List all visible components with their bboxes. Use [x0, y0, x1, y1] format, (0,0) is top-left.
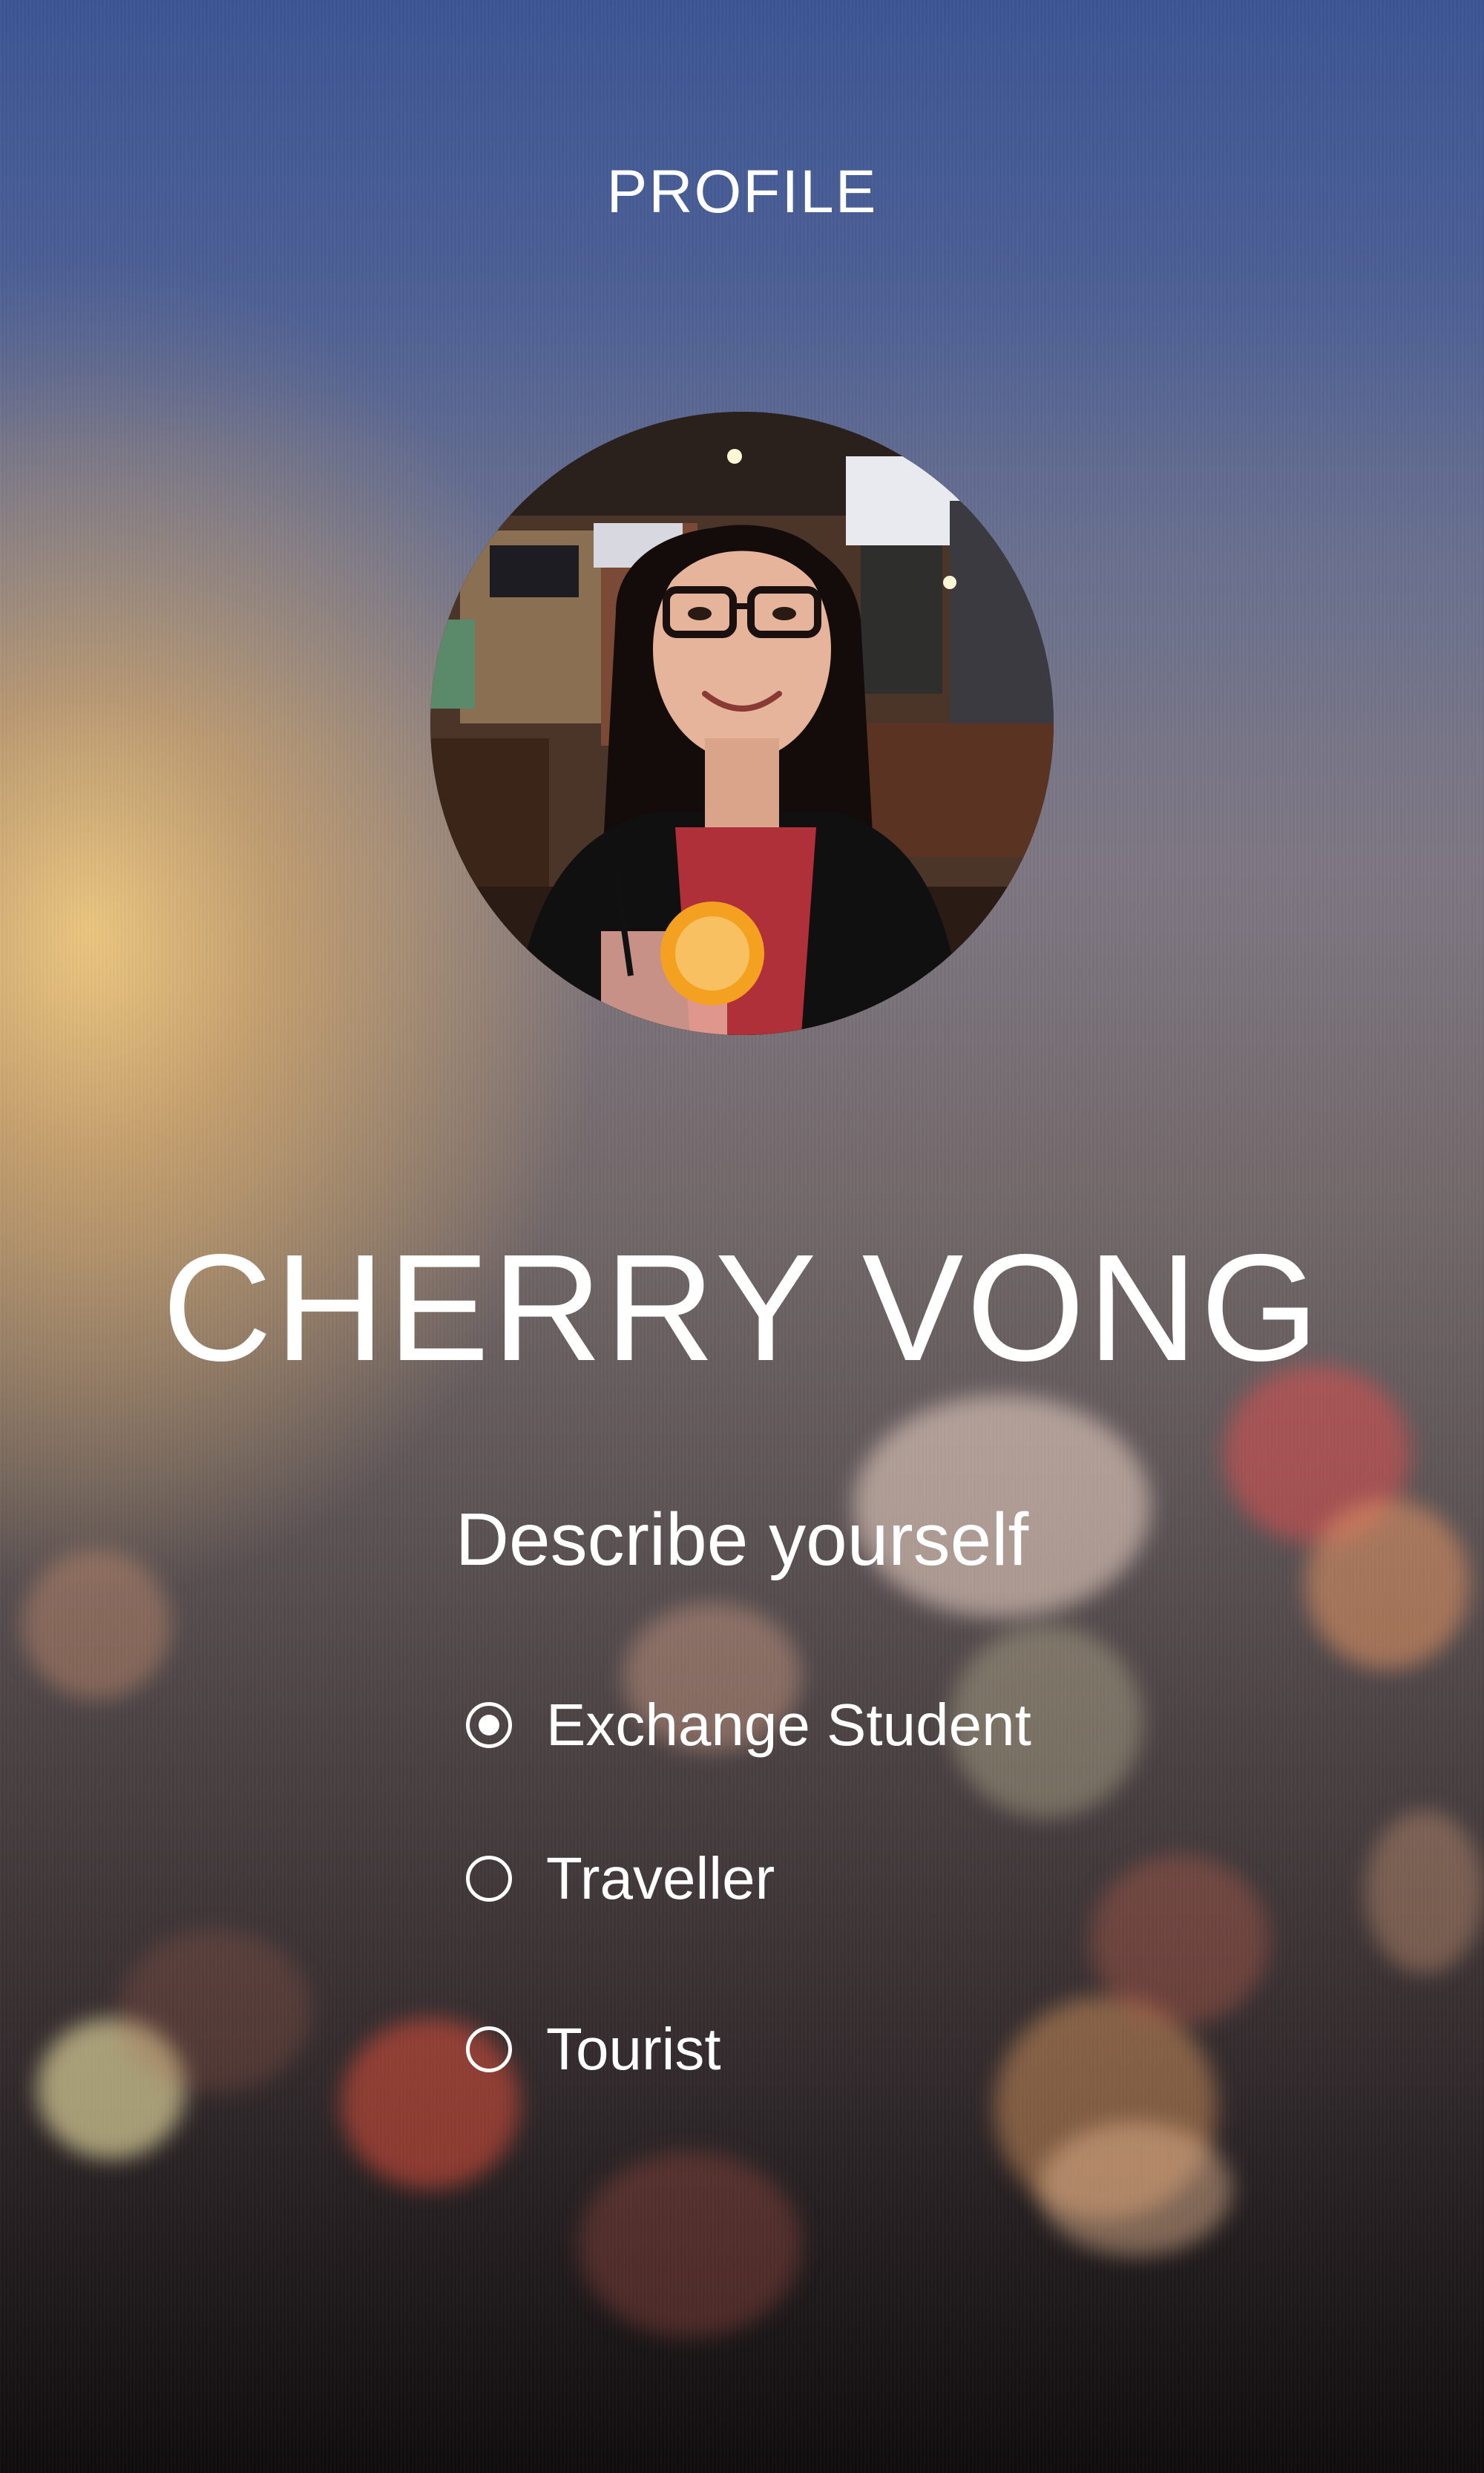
radio-unselected-icon[interactable]	[466, 1856, 512, 1902]
option-label: Tourist	[546, 2016, 721, 2082]
radio-unselected-icon[interactable]	[466, 2026, 512, 2072]
question-label: Describe yourself	[455, 1498, 1029, 1581]
option-label: Traveller	[546, 1845, 775, 1911]
profile-name: CHERRY VONG	[162, 1223, 1322, 1393]
option-tourist[interactable]: Tourist	[466, 2016, 721, 2083]
option-label: Exchange Student	[546, 1692, 1031, 1758]
avatar[interactable]	[430, 412, 1054, 1035]
option-traveller[interactable]: Traveller	[466, 1845, 775, 1912]
option-exchange-student[interactable]: Exchange Student	[466, 1692, 1031, 1758]
radio-selected-icon[interactable]	[466, 1702, 512, 1748]
page-title: PROFILE	[606, 158, 878, 226]
profile-photo	[430, 412, 1054, 1035]
